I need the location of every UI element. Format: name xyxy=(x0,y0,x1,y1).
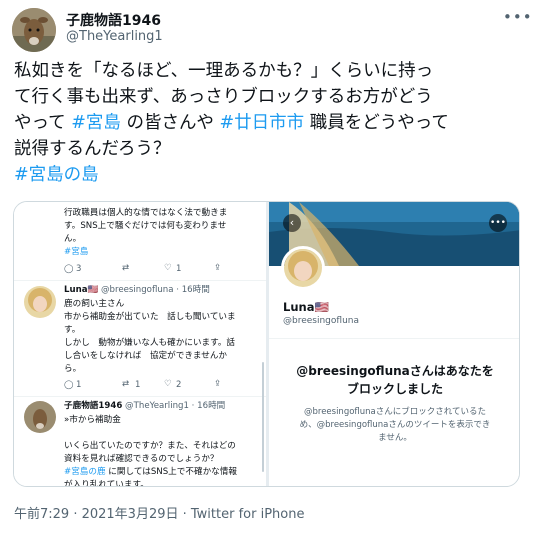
tweet-timestamp[interactable]: 午前7:29 · 2021年3月29日 · Twitter for iPhone xyxy=(14,503,304,522)
blocked-message-title: @breesingoflunaさんはあなたを ブロックしました xyxy=(289,362,501,398)
reply-icon[interactable]: ◯ xyxy=(64,380,74,390)
scrollbar[interactable] xyxy=(262,362,264,472)
tweet-line: ん。 xyxy=(64,234,82,244)
tweet-line: ら。 xyxy=(64,364,82,374)
reply-icon[interactable]: ◯ xyxy=(64,264,74,274)
tweet-header: Luna🇺🇸 @breesingofluna · 16時間 xyxy=(64,284,210,297)
tweet-meta: @TheYearling1 · 16時間 xyxy=(125,401,226,411)
blocked-message-description: @breesingoflunaさんにブロックされているた め、@breesing… xyxy=(287,406,503,445)
retweet-count: 1 xyxy=(135,380,141,390)
hashtag-link[interactable]: #宮島の鹿 xyxy=(64,467,106,477)
screenshot-left-panel: 行政職員は個人的な情ではなく法で動きま す。SNS上で騒ぐだけでは何も変わりませ… xyxy=(14,202,266,487)
blocked-title-line: ブロックしました xyxy=(346,382,443,396)
tweet-line: す。 xyxy=(64,325,81,335)
attached-image[interactable]: 行政職員は個人的な情ではなく法で動きま す。SNS上で騒ぐだけでは何も変わりませ… xyxy=(13,201,520,487)
tweet-meta: @breesingofluna · 16時間 xyxy=(100,285,210,295)
like-count: 1 xyxy=(176,264,182,274)
tweet-text-segment: に関してはSNS上で不確かな情報 xyxy=(105,467,237,477)
profile-name: Luna🇺🇸 xyxy=(283,300,329,314)
tweet-line: »市から補助金 xyxy=(64,415,121,425)
tweet-line: 資料を見れば確認できるのでしょうか？ xyxy=(64,454,219,464)
hashtag-link[interactable]: #宮島 xyxy=(71,113,121,133)
reply-count: 3 xyxy=(76,264,82,274)
share-icon[interactable]: ⇪ xyxy=(214,263,221,273)
hashtag-link[interactable]: #宮島 xyxy=(64,246,88,259)
tweet-author-name[interactable]: Luna🇺🇸 xyxy=(64,285,98,295)
blocked-desc-line: め、@breesingoflunaさんのツイートを表示でき xyxy=(299,420,491,430)
more-icon[interactable]: ••• xyxy=(489,214,507,232)
author-avatar-small[interactable] xyxy=(24,401,56,433)
blocked-desc-line: ません。 xyxy=(378,433,412,443)
tweet-line: 私如きを「なるほど、一理あるかも？」くらいに持っ xyxy=(14,61,434,81)
more-icon[interactable]: ••• xyxy=(503,8,533,26)
screenshot-right-panel: ‹ ••• Luna🇺🇸 @breesingofluna @breesingof… xyxy=(269,202,519,486)
tweet-line: す。SNS上で騒ぐだけでは何も変わりませ xyxy=(64,221,227,231)
luna-avatar[interactable] xyxy=(24,286,56,318)
tweet-line: 鹿の飼い主さん xyxy=(64,299,125,309)
tweet-line: し合いをしなければ 協定ができませんか xyxy=(64,351,228,361)
divider xyxy=(14,396,266,397)
tweet-line: #宮島の鹿 に関してはSNS上で不確かな情報 xyxy=(64,466,237,479)
tweet-line: が入り乱れています。 xyxy=(64,480,149,487)
hashtag-link[interactable]: #廿日市市 xyxy=(220,113,305,133)
blocked-title-line: @breesingoflunaさんはあなたを xyxy=(296,364,494,378)
author-display-name[interactable]: 子鹿物語1946 xyxy=(66,10,161,30)
divider xyxy=(14,280,266,281)
tweet-line: 市から補助金が出ていた 話しも聞いていま xyxy=(64,312,236,322)
like-count: 2 xyxy=(176,380,182,390)
reply-count: 1 xyxy=(76,380,82,390)
tweet-text: 私如きを「なるほど、一理あるかも？」くらいに持っ て行く事も出来ず、あっさりブロ… xyxy=(14,58,524,162)
profile-handle: @breesingofluna xyxy=(283,316,359,326)
tweet-text-segment: 職員をどうやって xyxy=(304,113,449,133)
back-arrow-icon[interactable]: ‹ xyxy=(283,214,301,232)
author-handle[interactable]: @TheYearling1 xyxy=(66,29,163,44)
tweet-header: 子鹿物語1946 @TheYearling1 · 16時間 xyxy=(64,400,225,413)
tweet-line: やって #宮島 の皆さんや #廿日市市 職員をどうやって xyxy=(14,110,524,136)
like-icon[interactable]: ♡ xyxy=(164,263,172,273)
tweet-line: て行く事も出来ず、あっさりブロックするお方がどう xyxy=(14,87,433,107)
retweet-icon[interactable]: ⇄ xyxy=(122,379,129,389)
like-icon[interactable]: ♡ xyxy=(164,379,172,389)
hashtag-link[interactable]: #宮島の島 xyxy=(14,162,99,188)
tweet-text-segment: の皆さんや xyxy=(120,113,220,133)
tweet-line: いくら出ていたのですか？また、それはどの xyxy=(64,441,236,451)
share-icon[interactable]: ⇪ xyxy=(214,379,221,389)
tweet-author-name[interactable]: 子鹿物語1946 xyxy=(64,401,122,411)
tweet-text-segment: やって xyxy=(14,113,72,133)
retweet-icon[interactable]: ⇄ xyxy=(122,263,129,273)
blocked-desc-line: @breesingoflunaさんにブロックされているた xyxy=(303,407,487,417)
divider xyxy=(269,338,519,339)
author-avatar[interactable] xyxy=(12,8,56,52)
tweet-line: 行政職員は個人的な情ではなく法で動きま xyxy=(64,208,228,218)
tweet-line: しかし 動物が嫌いな人も確かにいます。話 xyxy=(64,338,236,348)
tweet-line: 説得するんだろう？ xyxy=(14,139,171,159)
profile-avatar[interactable] xyxy=(281,246,325,290)
